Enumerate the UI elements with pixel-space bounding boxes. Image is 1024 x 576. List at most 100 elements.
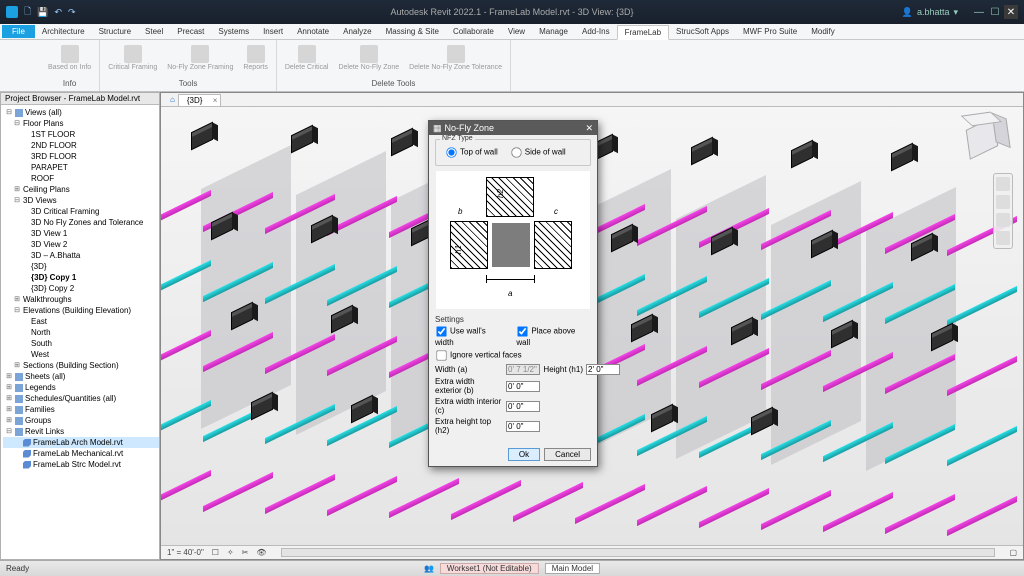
dialog-title-bar[interactable]: ▦ No-Fly Zone ✕ [429,121,597,135]
tree-item[interactable]: {3D} Copy 2 [3,283,159,294]
help-icon[interactable]: ▾ [953,7,958,18]
ribbon-tab[interactable]: Insert [256,25,290,39]
orbit-icon[interactable] [996,231,1010,245]
chk-place-above[interactable]: Place above wall [516,325,591,347]
maximize-button[interactable]: ☐ [988,5,1002,19]
tree-item[interactable]: ⊞Ceiling Plans [3,184,159,195]
tree-item[interactable]: ⊞Families [3,404,159,415]
tree-item[interactable]: 3RD FLOOR [3,151,159,162]
user-name[interactable]: a.bhatta [917,7,950,17]
qa-icon[interactable]: ↷ [68,7,76,18]
tree-item[interactable]: South [3,338,159,349]
ribbon-tab[interactable]: MWF Pro Suite [736,25,804,39]
chk-ignore-vertical[interactable]: Ignore vertical faces [435,349,522,362]
ribbon-button[interactable]: No-Fly Zone Framing [167,45,233,71]
qa-icon[interactable]: ↶ [54,7,62,18]
tree-item[interactable]: ⊞Walkthroughs [3,294,159,305]
cancel-button[interactable]: Cancel [544,448,591,461]
qa-icon[interactable]: 🗋 [24,4,31,20]
tree-item[interactable]: ROOF [3,173,159,184]
tree-item[interactable]: {3D} Copy 1 [3,272,159,283]
tree-item[interactable]: ⊟Views (all) [3,107,159,118]
model-indicator[interactable]: Main Model [545,563,600,574]
tree-item[interactable]: 3D View 1 [3,228,159,239]
height-input[interactable] [586,364,620,375]
tree-item[interactable]: FrameLab Mechanical.rvt [3,448,159,459]
ribbon-tab[interactable]: Annotate [290,25,336,39]
tree-item[interactable]: ⊟Elevations (Building Elevation) [3,305,159,316]
ribbon-button[interactable]: Reports [243,45,268,71]
tree-item[interactable]: ⊞Sections (Building Section) [3,360,159,371]
tree-item[interactable]: ⊟Floor Plans [3,118,159,129]
eh-top-input[interactable] [506,421,540,432]
zoom-icon[interactable] [996,213,1010,227]
ribbon-tab[interactable]: Manage [532,25,575,39]
tree-item[interactable]: ⊞Legends [3,382,159,393]
pan-icon[interactable] [996,195,1010,209]
ew-int-input[interactable] [506,401,540,412]
dialog-close-button[interactable]: ✕ [585,123,593,134]
scale[interactable]: 1" = 40'-0" [167,548,204,557]
vs-icon[interactable]: 👁 [256,548,266,557]
vs-icon[interactable]: ☐ [212,548,219,557]
qa-icon[interactable]: 💾 [37,7,48,18]
ribbon-button[interactable]: Based on Info [48,45,91,71]
ribbon-tab[interactable]: View [501,25,532,39]
radio-top-of-wall[interactable]: Top of wall [445,146,498,159]
quick-access[interactable]: 🗋 💾 ↶ ↷ [6,4,76,20]
tree-item[interactable]: West [3,349,159,360]
ribbon-tab[interactable]: Collaborate [446,25,501,39]
tree-item[interactable]: 1ST FLOOR [3,129,159,140]
tree-item[interactable]: 3D No Fly Zones and Tolerance [3,217,159,228]
ribbon-tab[interactable]: StrucSoft Apps [669,25,736,39]
vs-icon[interactable]: ✂ [242,548,249,557]
ribbon-tab[interactable]: Structure [92,25,138,39]
ribbon-tab[interactable]: FrameLab [617,25,669,40]
ribbon-tab[interactable]: Analyze [336,25,378,39]
tree-item[interactable]: ⊞Schedules/Quantities (all) [3,393,159,404]
view-cube[interactable] [956,112,1008,164]
radio-side-of-wall[interactable]: Side of wall [510,146,566,159]
view-tab[interactable]: {3D}× [178,94,222,106]
tree-item[interactable]: 3D – A.Bhatta [3,250,159,261]
ribbon-button[interactable]: Delete No-Fly Zone Tolerance [409,45,502,71]
user-icon[interactable]: 👤 [902,7,913,18]
tree-item[interactable]: ⊟Revit Links [3,426,159,437]
workset-icon[interactable]: 👥 [424,564,434,573]
ribbon-tab[interactable]: Steel [138,25,170,39]
project-browser[interactable]: Project Browser - FrameLab Model.rvt ⊟Vi… [0,92,160,560]
ribbon-tab[interactable]: Precast [170,25,211,39]
tree-item[interactable]: North [3,327,159,338]
close-icon[interactable]: × [213,96,218,105]
tree-item[interactable]: PARAPET [3,162,159,173]
close-button[interactable]: ✕ [1004,5,1018,19]
ok-button[interactable]: Ok [508,448,540,461]
ribbon-tab[interactable]: Massing & Site [379,25,446,39]
chk-use-wall-width[interactable]: Use wall's width [435,325,506,347]
tree-item[interactable]: FrameLab Strc Model.rvt [3,459,159,470]
ribbon-button[interactable]: Delete Critical [285,45,329,71]
file-menu[interactable]: File [2,25,35,38]
ribbon-button[interactable]: Delete No-Fly Zone [338,45,399,71]
tree-item[interactable]: East [3,316,159,327]
ribbon-tab[interactable]: Modify [804,25,842,39]
tree-item[interactable]: ⊞Groups [3,415,159,426]
ribbon-button[interactable]: Critical Framing [108,45,157,71]
tree-item[interactable]: {3D} [3,261,159,272]
steering-wheel-icon[interactable] [996,177,1010,191]
tree-item[interactable]: 3D Critical Framing [3,206,159,217]
nav-bar[interactable] [993,173,1013,249]
tree-item[interactable]: 3D View 2 [3,239,159,250]
vs-icon[interactable]: ✧ [227,548,234,557]
view-tab-icon[interactable]: ⌂ [167,95,178,104]
ribbon-tab[interactable]: Add-Ins [575,25,617,39]
tree-item[interactable]: ⊞Sheets (all) [3,371,159,382]
ew-ext-input[interactable] [506,381,540,392]
workset-indicator[interactable]: Workset1 (Not Editable) [440,563,539,574]
vs-icon[interactable]: ▢ [1009,548,1017,557]
tree-item[interactable]: ⊟3D Views [3,195,159,206]
tree-item[interactable]: 2ND FLOOR [3,140,159,151]
ribbon-tab[interactable]: Architecture [35,25,92,39]
tree-item[interactable]: FrameLab Arch Model.rvt [3,437,159,448]
view-scroll[interactable] [281,548,996,557]
